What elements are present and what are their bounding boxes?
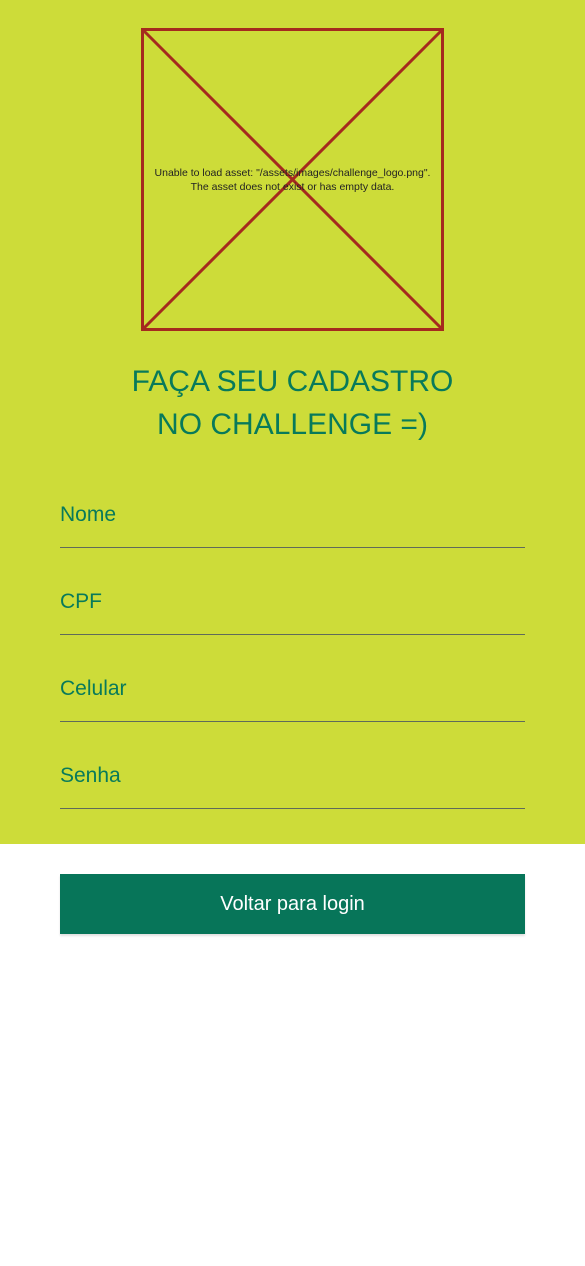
logo-error-line-1: Unable to load asset: "/assets/images/ch… [154,167,431,179]
phone-field[interactable]: Celular [60,674,529,734]
password-field[interactable]: Senha [60,761,529,821]
password-input[interactable] [60,761,529,807]
logo-placeholder: Unable to load asset: "/assets/images/ch… [141,28,444,331]
cpf-field[interactable]: CPF [60,587,529,647]
name-input[interactable] [60,500,529,546]
page-title-line-1: FAÇA SEU CADASTRO [131,365,454,398]
signup-screen: Unable to load asset: "/assets/images/ch… [0,0,585,1266]
cpf-field-underline [60,634,525,635]
name-field[interactable]: Nome [60,500,529,560]
page-title: FAÇA SEU CADASTRO NO CHALLENGE =) [0,360,585,446]
name-field-underline [60,547,525,548]
phone-input[interactable] [60,674,529,720]
cpf-input[interactable] [60,587,529,633]
page-title-line-2: NO CHALLENGE =) [157,408,428,441]
password-field-underline [60,808,525,809]
logo-error-line-2: The asset does not exist or has empty da… [190,181,395,193]
signup-header-area: Unable to load asset: "/assets/images/ch… [0,0,585,844]
back-to-login-button[interactable]: Voltar para login [60,874,525,934]
phone-field-underline [60,721,525,722]
logo-error-message: Unable to load asset: "/assets/images/ch… [141,166,444,194]
